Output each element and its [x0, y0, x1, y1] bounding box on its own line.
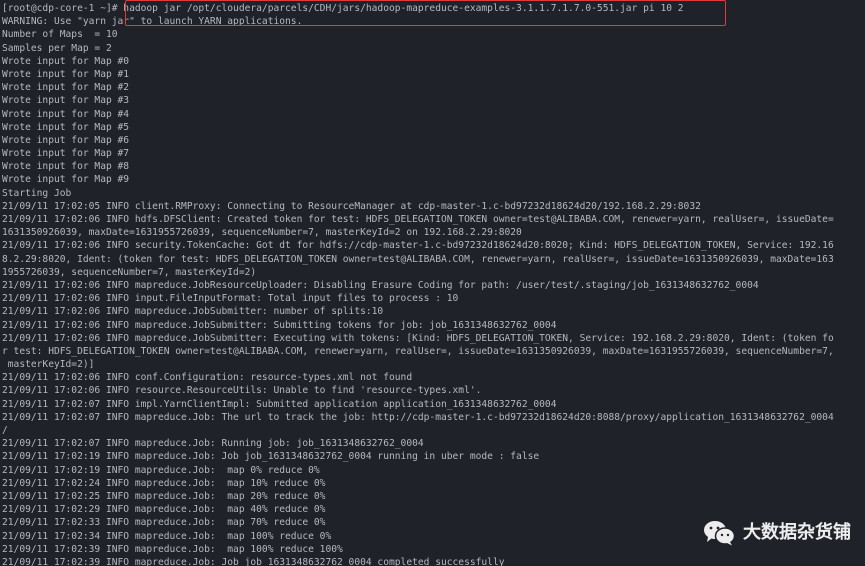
output-line: 21/09/11 17:02:06 INFO hdfs.DFSClient: C… — [2, 214, 834, 225]
output-line: Wrote input for Map #1 — [2, 68, 130, 80]
output-line: / — [2, 425, 8, 436]
output-line: r test: HDFS_DELEGATION_TOKEN owner=test… — [2, 345, 834, 357]
output-line: 21/09/11 17:02:24 INFO mapreduce.Job: ma… — [2, 477, 326, 489]
output-line: Wrote input for Map #0 — [2, 55, 130, 67]
output-line: 21/09/11 17:02:06 INFO input.FileInputFo… — [2, 293, 459, 305]
output-line: Wrote input for Map #5 — [2, 121, 130, 133]
watermark-text: 大数据杂货铺 — [743, 522, 851, 544]
output-line: 21/09/11 17:02:07 INFO mapreduce.Job: Ru… — [2, 438, 424, 450]
output-line: 21/09/11 17:02:07 INFO impl.YarnClientIm… — [2, 398, 557, 410]
wechat-icon — [704, 521, 735, 546]
output-line: 21/09/11 17:02:06 INFO mapreduce.JobSubm… — [2, 319, 557, 331]
terminal-window[interactable]: [root@cdp-core-1 ~]# hadoop jar /opt/clo… — [0, 0, 865, 566]
output-line: 21/09/11 17:02:05 INFO client.RMProxy: C… — [2, 200, 701, 212]
output-line: Wrote input for Map #3 — [2, 95, 130, 107]
output-line: 8.2.29:8020, Ident: (token for test: HDF… — [2, 253, 834, 265]
output-line: 21/09/11 17:02:07 INFO mapreduce.Job: Th… — [2, 411, 834, 423]
output-line: 21/09/11 17:02:06 INFO mapreduce.JobSubm… — [2, 332, 834, 344]
output-line: 21/09/11 17:02:06 INFO security.TokenCac… — [2, 240, 834, 252]
output-line: 21/09/11 17:02:19 INFO mapreduce.Job: Jo… — [2, 451, 540, 463]
output-line: 21/09/11 17:02:19 INFO mapreduce.Job: ma… — [2, 464, 320, 476]
output-line: 21/09/11 17:02:06 INFO resource.Resource… — [2, 385, 482, 397]
output-line: 21/09/11 17:02:06 INFO mapreduce.JobSubm… — [2, 306, 384, 318]
output-line: 21/09/11 17:02:29 INFO mapreduce.Job: ma… — [2, 504, 326, 516]
output-line: Wrote input for Map #9 — [2, 174, 130, 186]
output-line: Wrote input for Map #7 — [2, 148, 130, 160]
output-line: masterKeyId=2)] — [2, 359, 95, 371]
output-line: WARNING: Use "yarn jar" to launch YARN a… — [2, 16, 303, 28]
output-line: Wrote input for Map #4 — [2, 108, 130, 120]
output-line: Samples per Map = 2 — [2, 42, 112, 54]
output-line: 1631350926039, maxDate=1631955726039, se… — [2, 227, 522, 239]
command-line: [root@cdp-core-1 ~]# hadoop jar /opt/clo… — [2, 3, 684, 14]
output-line: Number of Maps = 10 — [2, 29, 118, 41]
watermark: 大数据杂货铺 — [703, 520, 851, 546]
output-line: Wrote input for Map #2 — [2, 82, 130, 94]
output-line: 21/09/11 17:02:06 INFO conf.Configuratio… — [2, 372, 413, 384]
output-line: 1955726039, sequenceNumber=7, masterKeyI… — [2, 266, 257, 278]
output-line: 21/09/11 17:02:06 INFO mapreduce.JobReso… — [2, 279, 759, 291]
output-line: Starting Job — [2, 187, 72, 199]
terminal-output: [root@cdp-core-1 ~]# hadoop jar /opt/clo… — [2, 2, 865, 566]
output-line: Wrote input for Map #8 — [2, 161, 130, 173]
output-line: Wrote input for Map #6 — [2, 134, 130, 146]
output-line: 21/09/11 17:02:39 INFO mapreduce.Job: Jo… — [2, 556, 505, 566]
output-line: 21/09/11 17:02:25 INFO mapreduce.Job: ma… — [2, 490, 326, 502]
